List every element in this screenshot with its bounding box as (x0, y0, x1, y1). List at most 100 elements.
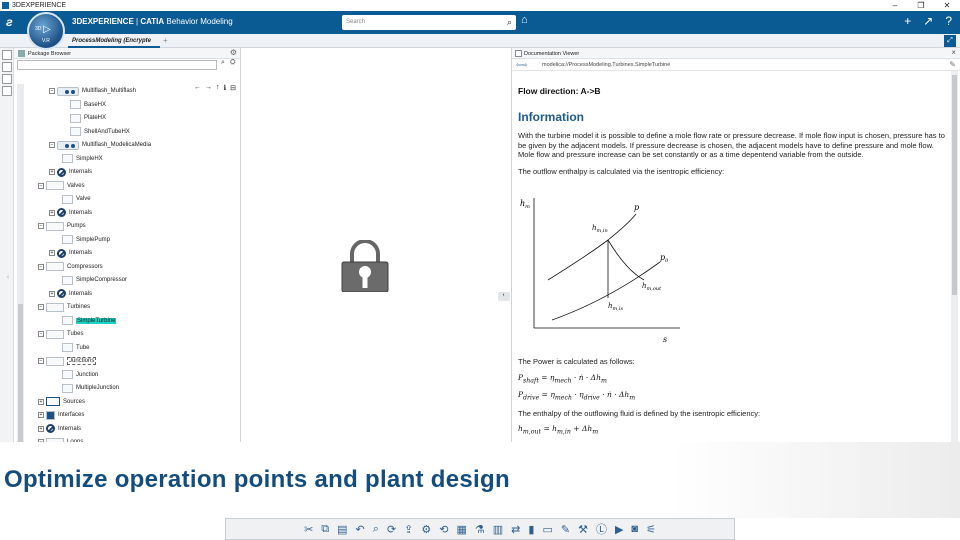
edit-icon[interactable]: ✎ (949, 60, 956, 69)
panel-splitter-handle[interactable]: ◐ (498, 292, 510, 301)
expand-toggle-icon[interactable]: − (38, 182, 44, 189)
close-panel-icon[interactable]: × (951, 48, 956, 57)
experiment-icon[interactable]: ⚗ (475, 523, 485, 536)
expand-toggle-icon[interactable]: + (38, 412, 44, 418)
tree-row[interactable]: + Internals (49, 166, 92, 178)
tree-row[interactable]: + Internals (49, 247, 92, 259)
edit-text-icon[interactable]: ✎ (561, 523, 570, 536)
library-icon[interactable] (1, 62, 12, 72)
tree-row[interactable]: SimpleCompressor (62, 274, 127, 286)
tree-view-icon[interactable] (1, 50, 12, 60)
filter-options-icon[interactable]: ⛭ (230, 59, 236, 67)
zoom-icon[interactable]: ⌕ (373, 523, 379, 536)
simulate-icon[interactable]: ⟲ (439, 523, 448, 536)
play-icon[interactable]: ▷ (43, 24, 51, 35)
copy-icon[interactable]: ⧉ (321, 523, 329, 536)
tree-row[interactable]: + Internals (49, 288, 92, 300)
model-icon[interactable]: ▦ (456, 523, 466, 536)
help-icon[interactable]: ? (945, 14, 952, 28)
expand-toggle-icon[interactable]: − (38, 263, 44, 270)
tree-row[interactable]: Tube (62, 342, 89, 354)
tree-row[interactable]: − Multiflash_Multiflash (49, 85, 136, 97)
tag-icon[interactable]: ⌂ (521, 14, 528, 26)
tree-row[interactable]: − Valves (38, 180, 85, 192)
tree-row[interactable]: Valve (62, 193, 91, 205)
package-filter-input[interactable] (17, 60, 217, 70)
play-simulation-icon[interactable]: ▶ (615, 523, 623, 536)
document-icon[interactable]: ▭ (542, 523, 552, 536)
expand-toggle-icon[interactable]: − (38, 331, 44, 337)
close-icon[interactable]: ✕ (934, 0, 960, 11)
compass-widget[interactable]: 3D ▷ V.R (27, 12, 65, 50)
expand-toggle-icon[interactable]: + (49, 290, 55, 297)
tree-row[interactable]: MultipleJunction (62, 382, 119, 394)
tree-row[interactable]: − Tubes (38, 328, 83, 340)
collapse-left-icon[interactable]: ‹ (3, 274, 13, 284)
update-icon[interactable]: ⟳ (387, 523, 396, 536)
undo-icon[interactable]: ↶ (356, 523, 365, 536)
tree-row[interactable]: SimpleHX (62, 153, 103, 165)
settings-icon[interactable] (1, 86, 12, 96)
settings-toolbar-icon[interactable]: ⚟ (646, 523, 656, 536)
add-tab-button[interactable]: + (163, 36, 168, 45)
expand-toggle-icon[interactable]: − (38, 304, 44, 310)
share-icon[interactable]: ↗ (923, 14, 933, 28)
tree-row[interactable]: + Sources (38, 396, 85, 408)
expand-toggle-icon[interactable]: + (49, 250, 55, 256)
expand-icon[interactable]: ⤢ (944, 35, 956, 47)
connect-icon[interactable]: ⇄ (511, 523, 520, 536)
tree-row[interactable]: PlateHX (70, 112, 106, 124)
expand-toggle-icon[interactable]: + (49, 209, 55, 216)
doc-scrollbar-thumb[interactable] (952, 75, 957, 295)
expand-toggle-icon[interactable]: + (38, 425, 44, 432)
library-browser-icon[interactable]: Ⓛ (596, 521, 607, 537)
doc-viewer-icon (515, 50, 522, 57)
back-forward-icon[interactable]: ⇦⇨ (516, 61, 528, 69)
results-icon[interactable]: ▥ (493, 523, 503, 536)
tree-row[interactable]: + Interfaces (38, 409, 84, 421)
tools-icon[interactable]: ⚒ (578, 523, 588, 536)
tree-row[interactable]: − Multiflash_ModelicaMedia (49, 139, 151, 151)
expand-toggle-icon[interactable]: + (49, 169, 55, 175)
restore-icon[interactable]: ❐ (908, 0, 934, 11)
tree-row-label: Compressors (67, 263, 103, 270)
package-filter: ⌕ ⛭ (14, 59, 240, 71)
tree-row[interactable]: Junction (62, 369, 98, 381)
filter-search-icon[interactable]: ⌕ (221, 59, 225, 67)
expand-toggle-icon[interactable]: − (38, 223, 44, 229)
model-icon (62, 275, 73, 285)
paste-icon[interactable]: ▤ (337, 523, 347, 536)
tree-row[interactable]: − Pumps (38, 220, 86, 232)
search-input[interactable]: Search ⌕ (342, 15, 516, 30)
tree-row[interactable]: ShellAndTubeHX (70, 126, 130, 138)
documentation-viewer: Documentation Viewer × ⇦⇨ modelica://Pro… (511, 48, 960, 442)
compile-icon[interactable]: ⚙ (421, 523, 431, 536)
tree-row[interactable]: + Internals (38, 423, 81, 435)
tree-row[interactable]: − Junctions (38, 355, 97, 367)
tree-row[interactable]: SimpleTurbine (62, 315, 117, 327)
top-right-actions: + ↗ ? (904, 14, 952, 28)
tree-row[interactable]: + Internals (49, 207, 92, 219)
top-bar: ƨ 3DEXPERIENCE | CATIA Behavior Modeling… (0, 11, 960, 34)
expand-toggle-icon[interactable]: + (38, 398, 44, 405)
doc-url[interactable]: modelica://ProcessModeling.Turbines.Simp… (542, 62, 670, 68)
tree-row[interactable]: − Turbines (38, 301, 90, 313)
cut-icon[interactable]: ✂ (304, 523, 313, 536)
tree-row[interactable]: SimplePump (62, 234, 110, 246)
tree-row[interactable]: − Compressors (38, 261, 103, 273)
export-icon[interactable]: ⇪ (404, 523, 413, 536)
doc-scrollbar[interactable] (951, 71, 958, 442)
camera-icon[interactable]: ◙ (631, 523, 638, 535)
app-window: 3DEXPERIENCE – ❐ ✕ ƨ 3DEXPERIENCE | CATI… (0, 0, 960, 540)
expand-toggle-icon[interactable]: − (49, 142, 55, 148)
expand-toggle-icon[interactable]: − (49, 88, 55, 94)
search-icon[interactable]: ⌕ (507, 17, 512, 28)
tab-processmodeling[interactable]: ProcessModeling (Encrypte (68, 34, 160, 48)
gear-icon[interactable]: ⚙ (230, 48, 237, 57)
minimize-icon[interactable]: – (882, 0, 908, 11)
properties-icon[interactable] (1, 74, 12, 84)
expand-toggle-icon[interactable]: − (38, 358, 44, 364)
chart-icon[interactable]: ▮ (528, 523, 534, 536)
tree-row[interactable]: BaseHX (70, 99, 106, 111)
add-icon[interactable]: + (904, 14, 911, 28)
